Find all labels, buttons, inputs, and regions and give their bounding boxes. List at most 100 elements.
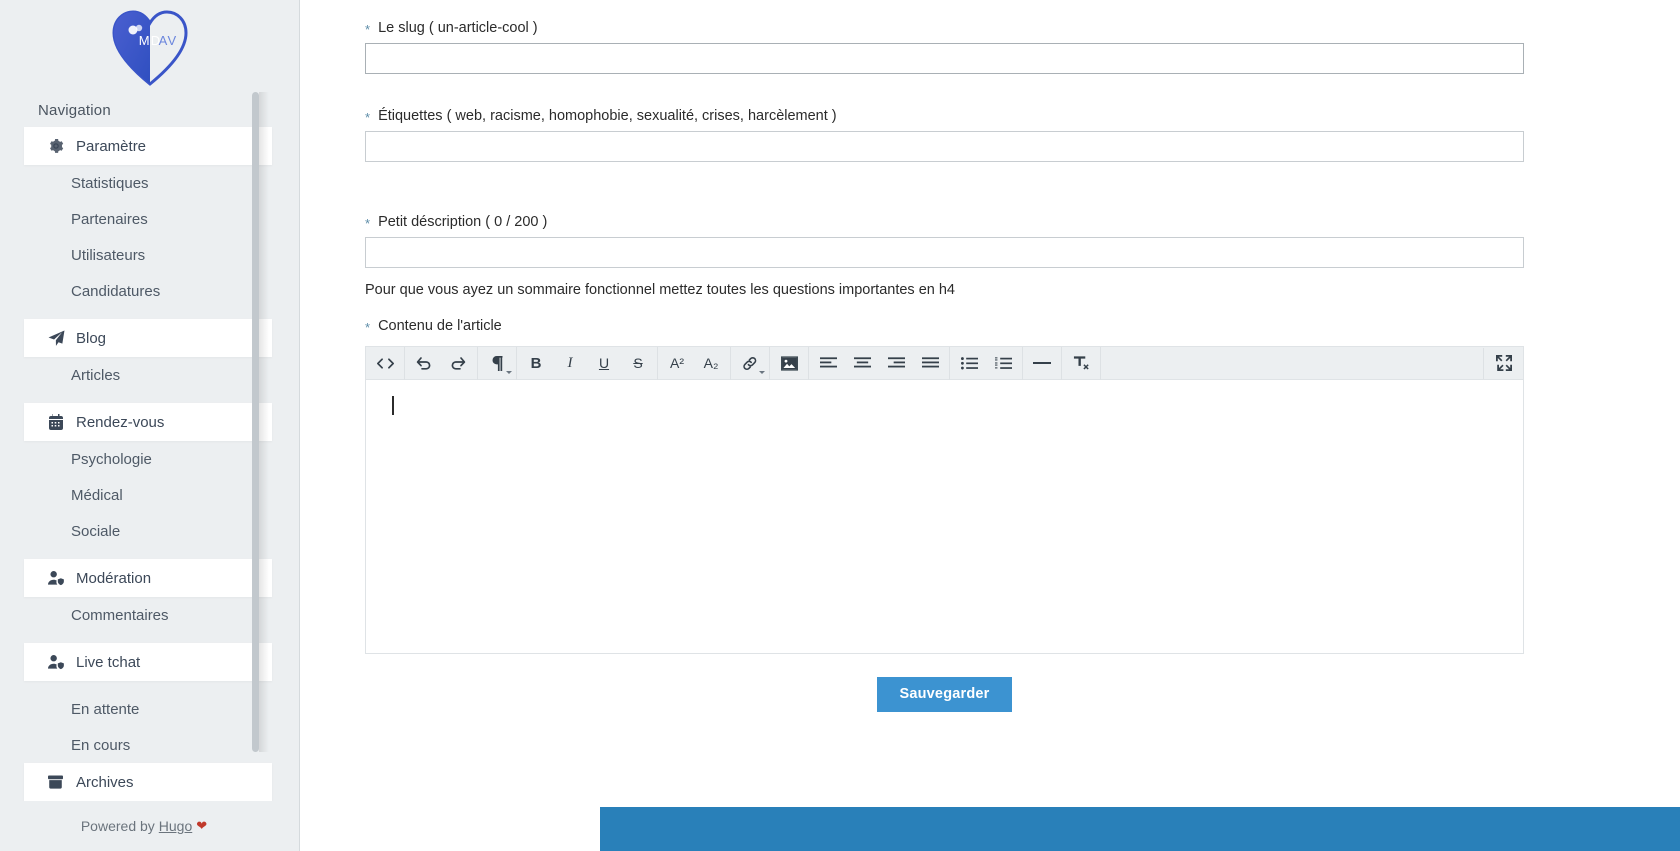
slug-input[interactable] <box>365 43 1524 74</box>
sidebar-item-commentaires[interactable]: Commentaires <box>24 597 272 633</box>
sidebar-item-parametre[interactable]: Paramètre <box>24 127 272 165</box>
mdav-heart-logo-icon: MD AV <box>111 10 188 86</box>
paragraph-format-icon[interactable] <box>480 348 514 379</box>
save-button[interactable]: Sauvegarder <box>877 677 1012 712</box>
field-content: * Contenu de l'article B I U S A² A₂ <box>365 312 1615 654</box>
editor-toolbar: B I U S A² A₂ <box>366 346 1523 380</box>
sidebar-item-sociale[interactable]: Sociale <box>24 513 272 549</box>
undo-icon[interactable] <box>407 348 441 379</box>
toolbar-group-inline-style: B I U S <box>517 346 658 380</box>
user-shield-icon <box>48 570 74 586</box>
sidebar-item-label: En attente <box>71 700 140 718</box>
image-icon[interactable] <box>772 348 806 379</box>
sidebar-item-label: Rendez-vous <box>76 413 165 431</box>
toolbar-group-paragraph <box>478 346 517 380</box>
sidebar-item-live-tchat[interactable]: Live tchat <box>24 643 272 681</box>
unordered-list-icon[interactable] <box>952 348 986 379</box>
sidebar-item-en-cours[interactable]: En cours <box>24 727 272 763</box>
hugo-link[interactable]: Hugo <box>159 818 192 834</box>
sidebar-item-label: Utilisateurs <box>71 246 146 264</box>
sidebar-scrollbar-thumb[interactable] <box>252 92 259 752</box>
sidebar-item-utilisateurs[interactable]: Utilisateurs <box>24 237 272 273</box>
subscript-icon[interactable]: A₂ <box>694 348 728 379</box>
user-shield-icon <box>48 654 74 670</box>
subscript-glyph: A₂ <box>703 355 719 371</box>
tags-input[interactable] <box>365 131 1524 162</box>
sidebar-item-statistiques[interactable]: Statistiques <box>24 165 272 201</box>
sidebar-item-label: Partenaires <box>71 210 148 228</box>
sidebar: MD AV Navigation Paramètre Statistiques … <box>0 0 300 851</box>
sidebar-item-candidatures[interactable]: Candidatures <box>24 273 272 309</box>
content-label: Contenu de l'article <box>378 318 502 334</box>
ordered-list-icon[interactable] <box>986 348 1020 379</box>
sidebar-item-archives[interactable]: Archives <box>24 763 272 801</box>
powered-by-text: Powered by <box>80 818 155 834</box>
sidebar-footer: Powered by Hugo ❤ <box>0 801 288 851</box>
tags-label-row: * Étiquettes ( web, racisme, homophobie,… <box>365 102 1615 131</box>
source-code-icon[interactable] <box>368 348 402 379</box>
required-marker: * <box>365 216 371 231</box>
logo[interactable]: MD AV <box>0 0 299 92</box>
paper-plane-icon <box>48 330 74 347</box>
sidebar-item-label: Psychologie <box>71 450 152 468</box>
sidebar-item-articles[interactable]: Articles <box>24 357 272 393</box>
sidebar-item-label: Blog <box>76 329 107 347</box>
align-right-icon[interactable] <box>879 348 913 379</box>
rich-text-editor: B I U S A² A₂ <box>365 346 1524 654</box>
horizontal-rule-icon[interactable] <box>1025 348 1059 379</box>
chevron-down-icon <box>506 370 512 374</box>
sidebar-item-label: Archives <box>76 773 134 791</box>
toolbar-group-link <box>731 346 770 380</box>
sidebar-item-label: Médical <box>71 486 123 504</box>
sidebar-item-medical[interactable]: Médical <box>24 477 272 513</box>
sidebar-item-moderation[interactable]: Modération <box>24 559 272 597</box>
align-justify-icon[interactable] <box>913 348 947 379</box>
sidebar-item-label: Statistiques <box>71 174 149 192</box>
redo-icon[interactable] <box>441 348 475 379</box>
archive-icon <box>48 775 74 789</box>
description-input[interactable] <box>365 237 1524 268</box>
required-marker: * <box>365 320 371 335</box>
sidebar-item-rendez-vous[interactable]: Rendez-vous <box>24 403 272 441</box>
editor-content-area[interactable] <box>366 380 1523 653</box>
slug-label-row: * Le slug ( un-article-cool ) <box>365 14 1615 43</box>
nav-section-title: Navigation <box>38 102 111 119</box>
toolbar-group-image <box>770 346 809 380</box>
strikethrough-icon[interactable]: S <box>621 348 655 379</box>
field-tags: * Étiquettes ( web, racisme, homophobie,… <box>365 102 1615 162</box>
fullscreen-icon[interactable] <box>1483 347 1523 379</box>
underline-icon[interactable]: U <box>587 348 621 379</box>
toolbar-group-clear <box>1062 346 1101 380</box>
text-cursor <box>392 396 394 415</box>
sidebar-nav: Navigation Paramètre Statistiques Parten… <box>0 92 288 804</box>
toolbar-group-history <box>405 346 478 380</box>
sidebar-item-label: Paramètre <box>76 137 147 155</box>
required-marker: * <box>365 22 371 37</box>
toolbar-group-rule <box>1023 346 1062 380</box>
bold-icon[interactable]: B <box>519 348 553 379</box>
italic-icon[interactable]: I <box>553 348 587 379</box>
link-icon[interactable] <box>733 348 767 379</box>
sidebar-item-label: Modération <box>76 569 152 587</box>
superscript-icon[interactable]: A² <box>660 348 694 379</box>
sidebar-item-blog[interactable]: Blog <box>24 319 272 357</box>
admin-page: MD AV Navigation Paramètre Statistiques … <box>0 0 1680 851</box>
save-row: Sauvegarder <box>365 654 1524 712</box>
toolbar-group-source <box>366 346 405 380</box>
bold-glyph: B <box>530 354 542 372</box>
chevron-down-icon <box>759 370 765 374</box>
sidebar-item-partenaires[interactable]: Partenaires <box>24 201 272 237</box>
sidebar-scrollbar[interactable] <box>252 92 259 752</box>
content-label-row: * Contenu de l'article <box>365 312 1615 341</box>
align-center-icon[interactable] <box>845 348 879 379</box>
svg-text:AV: AV <box>158 33 177 48</box>
align-left-icon[interactable] <box>811 348 845 379</box>
clear-formatting-icon[interactable] <box>1064 348 1098 379</box>
sidebar-item-psychologie[interactable]: Psychologie <box>24 441 272 477</box>
tags-label: Étiquettes ( web, racisme, homophobie, s… <box>378 108 837 124</box>
sidebar-item-en-attente[interactable]: En attente <box>24 691 272 727</box>
